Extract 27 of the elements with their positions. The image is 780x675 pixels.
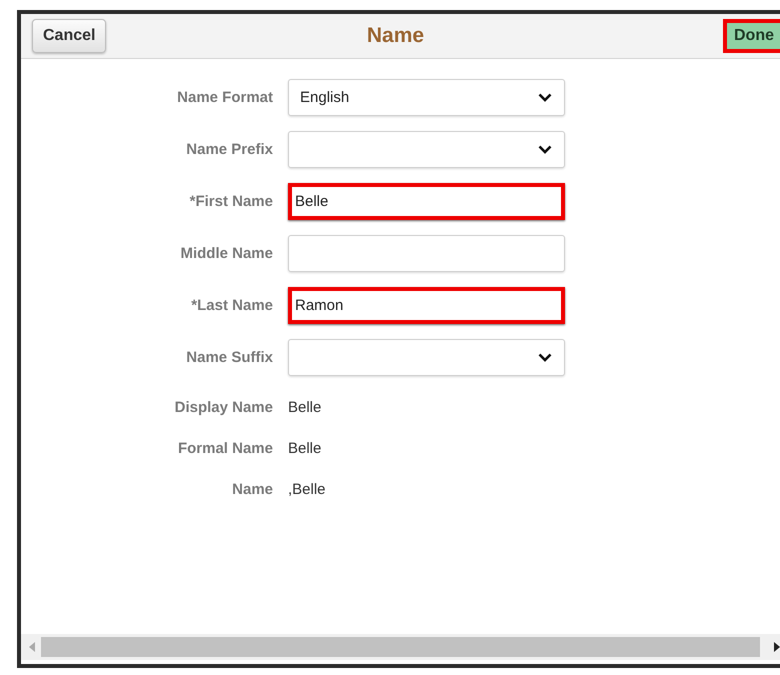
done-button[interactable]: Done — [723, 19, 780, 53]
field-label: *Last Name — [190, 296, 273, 314]
field-label: *First Name — [188, 192, 273, 210]
field-label: Display Name — [174, 399, 273, 416]
horizontal-scrollbar[interactable] — [21, 634, 780, 660]
dialog-title: Name — [366, 24, 426, 48]
dropdown-field[interactable]: English — [288, 78, 565, 116]
input-field[interactable]: Ramon — [288, 286, 565, 324]
input-field[interactable] — [288, 234, 565, 272]
chevron-down-icon — [538, 144, 552, 154]
scrollbar-thumb[interactable] — [41, 637, 760, 657]
cancel-button[interactable]: Cancel — [32, 19, 106, 53]
chevron-down-icon — [538, 92, 552, 102]
field-label: Middle Name — [179, 244, 273, 262]
field-value: ,Belle — [288, 481, 326, 498]
field-value: Belle — [288, 440, 322, 457]
field-value: Belle — [288, 399, 322, 416]
input-field[interactable]: Belle — [288, 182, 565, 220]
dropdown-field[interactable] — [288, 130, 565, 168]
field-label: Name Suffix — [185, 348, 273, 366]
field-label: Name Format — [176, 88, 273, 106]
chevron-down-icon — [538, 352, 552, 362]
field-label: Name Prefix — [185, 140, 273, 158]
scroll-left-icon[interactable] — [29, 642, 35, 652]
field-label: Formal Name — [176, 440, 273, 457]
field-label: Name — [231, 481, 273, 498]
dropdown-field[interactable] — [288, 338, 565, 376]
